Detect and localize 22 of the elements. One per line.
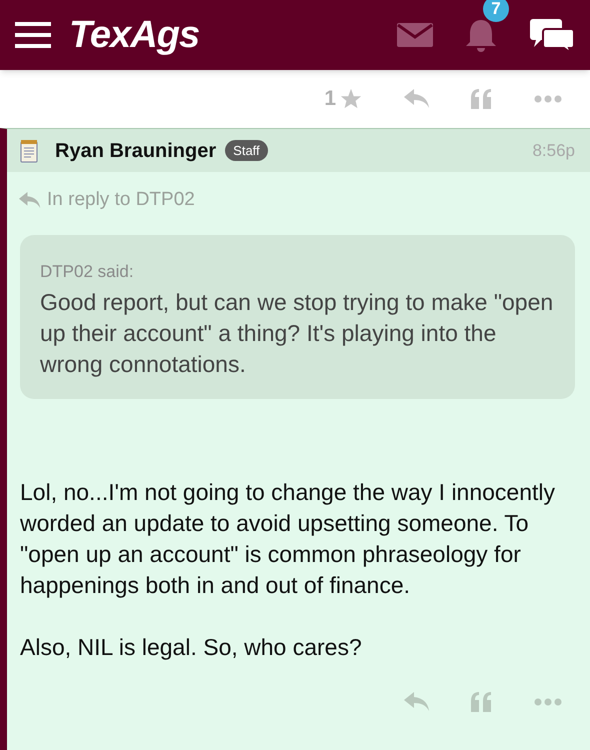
star-icon[interactable]: [340, 88, 362, 110]
reply-icon[interactable]: [404, 89, 430, 109]
notepad-icon: [19, 138, 39, 162]
quote-author: DTP02 said:: [40, 260, 135, 282]
staff-badge: Staff: [225, 140, 268, 162]
quote-icon[interactable]: [470, 690, 492, 712]
reply-icon: [19, 192, 41, 209]
site-logo[interactable]: TexAgs: [69, 16, 200, 54]
menu-icon[interactable]: [15, 22, 51, 48]
post-paragraph: Lol, no...I'm not going to change the way I innocently worded an update to avoid upsetting someone. To "open up an account" is common phraseology for happenings both in and out of finance.: [20, 478, 556, 600]
star-count: 1: [324, 86, 336, 112]
post-time: 8:56p: [532, 140, 575, 162]
chat-icon[interactable]: [529, 17, 575, 53]
more-icon[interactable]: [534, 698, 562, 706]
post-paragraph: Also, NIL is legal. So, who cares?: [20, 632, 363, 662]
quote-icon[interactable]: [470, 88, 492, 110]
author-name[interactable]: Ryan Brauninger: [55, 136, 216, 166]
more-icon[interactable]: [534, 95, 562, 103]
reply-icon[interactable]: [404, 692, 430, 712]
notification-badge: 7: [483, 0, 509, 22]
quote-text: Good report, but can we stop trying to make "open up their account" a thing? It's playing into the wrong connotations.: [40, 288, 554, 379]
mail-icon[interactable]: [397, 23, 433, 47]
